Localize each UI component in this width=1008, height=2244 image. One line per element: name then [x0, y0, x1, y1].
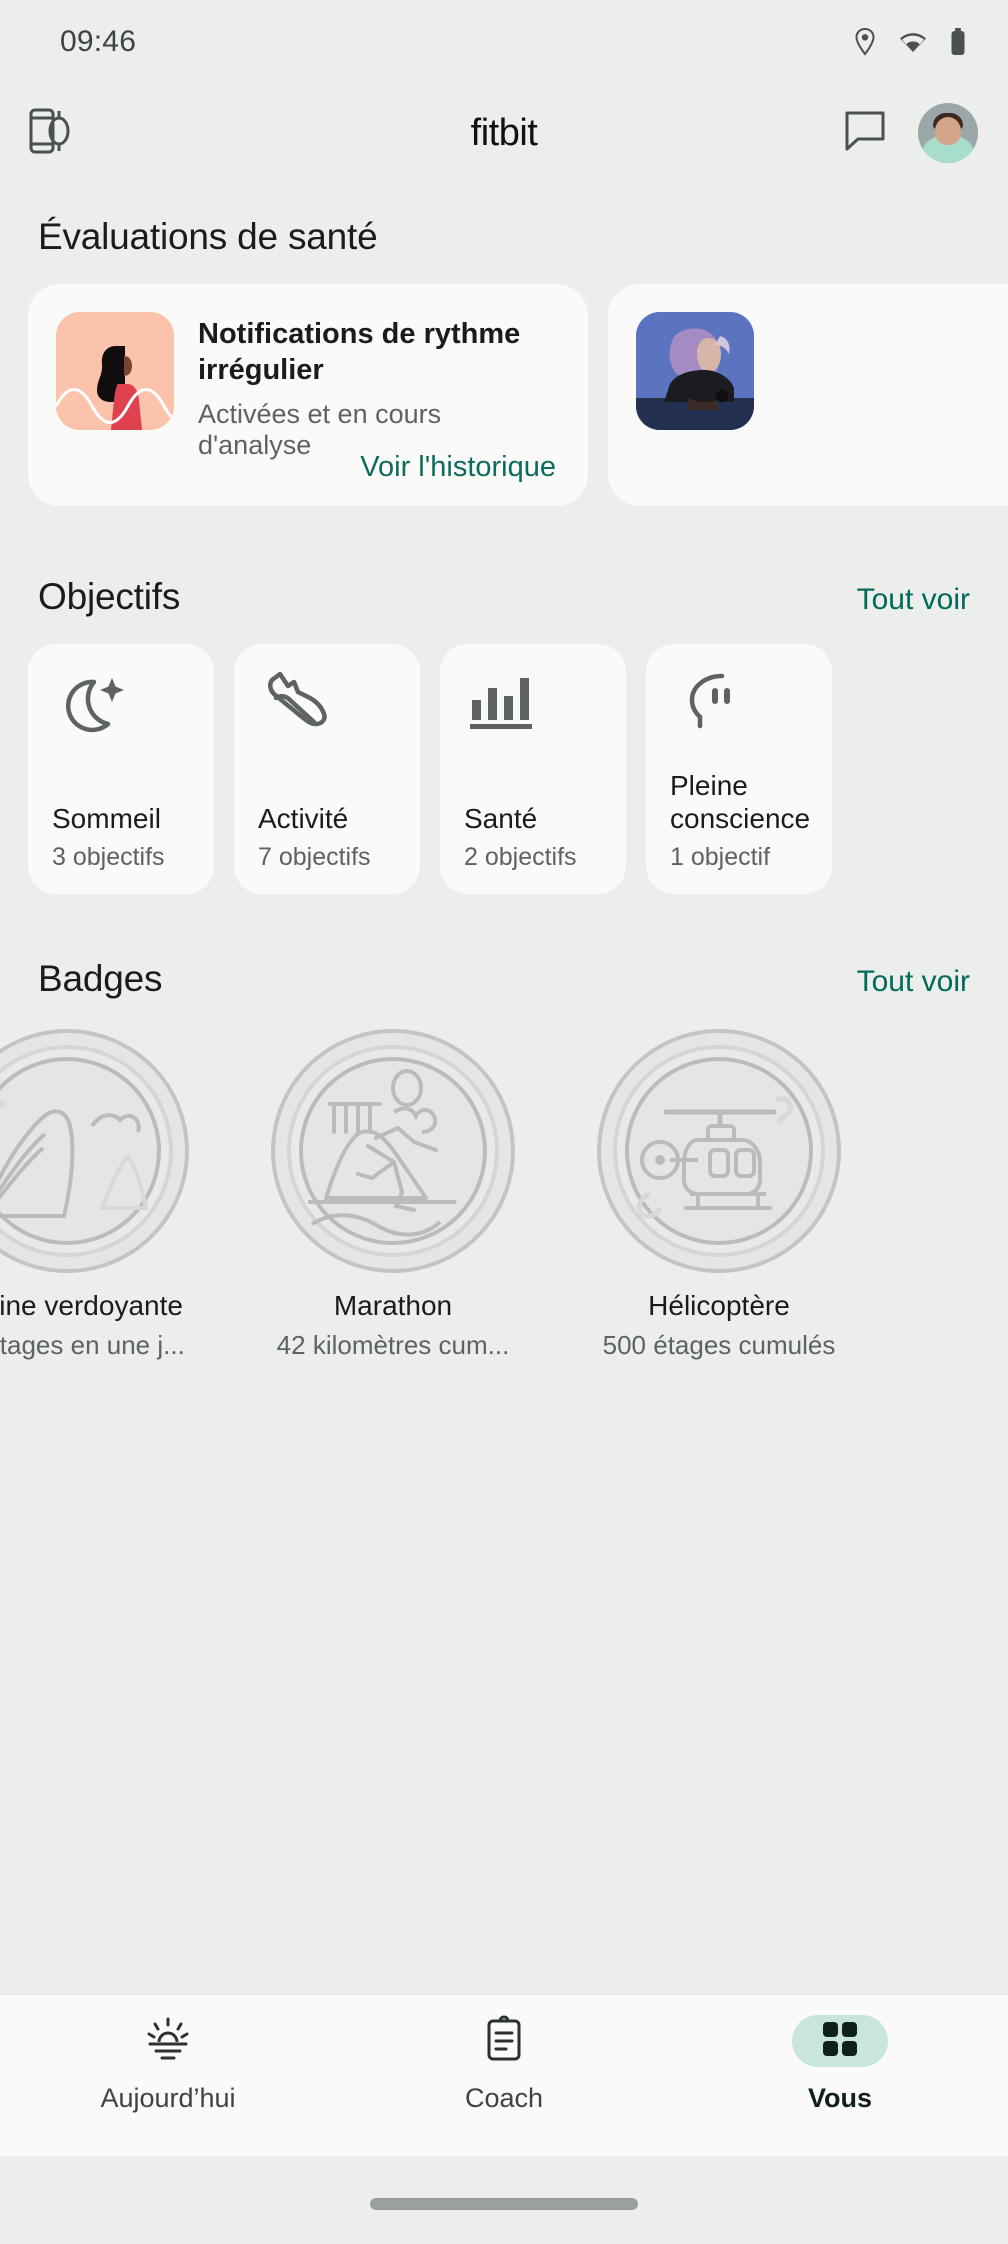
badges-section-title: Badges: [38, 958, 163, 999]
mindfulness-head-icon: [670, 670, 810, 734]
wifi-icon: [898, 30, 928, 54]
goal-card-count: 2 objectifs: [464, 843, 577, 871]
gesture-home-indicator[interactable]: [370, 2198, 638, 2210]
goal-card-count: 1 objectif: [670, 843, 771, 871]
badges-section: Badges Tout voir ine verdoyante tages en…: [0, 958, 1008, 1361]
health-card-title: Notifications de rythme irrégulier: [198, 318, 521, 387]
goal-card-sante[interactable]: Santé 2 objectifs: [440, 644, 626, 894]
nav-pill-active: [792, 2015, 888, 2067]
badge-name: Hélicoptère: [648, 1290, 790, 1321]
view-history-link[interactable]: Voir l'historique: [360, 451, 556, 484]
badge-name: Marathon: [333, 1290, 453, 1321]
nav-label: Coach: [464, 2083, 544, 2113]
goal-card-sommeil[interactable]: Sommeil 3 objectifs: [28, 644, 214, 894]
health-section-header: Évaluations de santé: [0, 216, 1008, 258]
status-bar: 09:46: [0, 0, 1008, 84]
status-clock: 09:46: [60, 25, 137, 58]
marathon-badge: [268, 1026, 518, 1276]
health-assessments-section: Évaluations de santé Notifications de ry…: [0, 216, 1008, 506]
badge-item[interactable]: Colline verdoyante 20 étages en une j...: [0, 1026, 212, 1361]
nav-label: Vous: [807, 2083, 872, 2113]
bar-chart-icon: [464, 670, 604, 734]
grid-icon: [821, 2020, 859, 2063]
health-section-title: Évaluations de santé: [38, 216, 378, 257]
nav-pill: [120, 2015, 216, 2067]
badge-description: 42 kilomètres cum...: [276, 1330, 510, 1360]
app-bar: fitbit: [0, 84, 1008, 182]
bottom-navigation: Aujourd’hui Coach Vous: [0, 1994, 1008, 2156]
nav-item-coach[interactable]: Coach: [404, 2015, 604, 2114]
running-shoe-icon: [258, 670, 398, 734]
goals-section-header: Objectifs Tout voir: [0, 576, 1008, 618]
green-hill-badge: [0, 1026, 192, 1276]
goal-card-count: 3 objectifs: [52, 843, 165, 871]
goals-carousel[interactable]: Sommeil 3 objectifs Activité 7 objectifs: [0, 644, 1008, 894]
health-card-irregular-rhythm[interactable]: Notifications de rythme irrégulier Activ…: [28, 284, 588, 506]
goals-section: Objectifs Tout voir Sommeil 3 objectifs: [0, 576, 1008, 894]
goal-card-count: 7 objectifs: [258, 843, 371, 871]
clipboard-icon: [483, 2015, 525, 2068]
health-cards-carousel[interactable]: Notifications de rythme irrégulier Activ…: [0, 284, 1008, 506]
goal-card-label: Activité: [258, 802, 349, 834]
nav-item-aujourdhui[interactable]: Aujourd’hui: [68, 2015, 268, 2114]
goal-card-label: Sommeil: [52, 802, 161, 834]
device-watch-icon[interactable]: [28, 105, 76, 162]
goals-section-title: Objectifs: [38, 576, 181, 617]
badge-description: 500 étages cumulés: [602, 1330, 836, 1360]
helicopter-badge: [594, 1026, 844, 1276]
nav-pill: [456, 2015, 552, 2067]
badge-item[interactable]: Marathon 42 kilomètres cum...: [248, 1026, 538, 1361]
app-screen: 09:46 fitbit Évaluations de santé Notifi…: [0, 0, 1008, 2244]
woman-watch-illustration: [636, 312, 754, 430]
goals-see-all-link[interactable]: Tout voir: [857, 583, 970, 617]
location-icon: [854, 28, 876, 56]
sunrise-icon: [142, 2016, 194, 2067]
badge-description: 20 étages en une j...: [0, 1330, 185, 1360]
goal-card-activite[interactable]: Activité 7 objectifs: [234, 644, 420, 894]
goal-card-label: Pleine conscience: [670, 769, 811, 834]
badges-carousel[interactable]: Colline verdoyante 20 étages en une j...: [0, 1026, 1008, 1361]
badges-section-header: Badges Tout voir: [0, 958, 1008, 1000]
woman-heartbeat-illustration: [56, 312, 174, 430]
nav-item-vous[interactable]: Vous: [740, 2015, 940, 2114]
goal-card-pleine-conscience[interactable]: Pleine conscience 1 objectif: [646, 644, 832, 894]
goal-card-label: Santé: [464, 802, 538, 834]
badge-name: Colline verdoyante: [0, 1290, 183, 1321]
badges-see-all-link[interactable]: Tout voir: [857, 965, 970, 999]
status-icons: [854, 28, 966, 56]
user-avatar[interactable]: [918, 103, 978, 163]
badge-item[interactable]: Hélicoptère 500 étages cumulés: [574, 1026, 864, 1361]
nav-label: Aujourd’hui: [100, 2083, 236, 2113]
battery-icon: [950, 28, 966, 56]
chat-bubble-icon[interactable]: [842, 108, 888, 159]
health-card-secondary[interactable]: [608, 284, 1008, 506]
moon-star-icon: [52, 670, 192, 734]
